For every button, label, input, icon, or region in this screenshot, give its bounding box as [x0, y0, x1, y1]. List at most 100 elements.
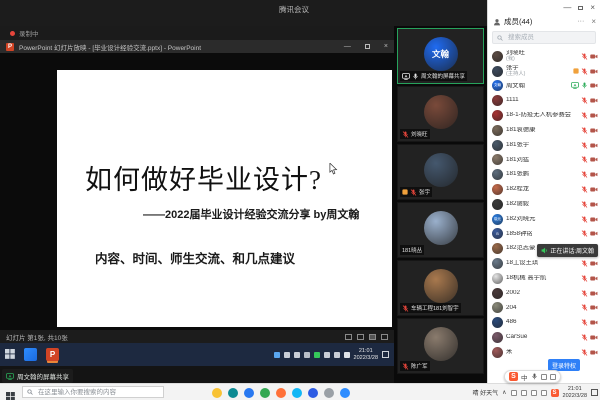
video-tile[interactable]: 陈广军 [397, 318, 484, 374]
member-row[interactable]: 181张鹏 [492, 167, 598, 182]
sogou-logo-icon[interactable]: S [509, 372, 518, 381]
member-row[interactable]: 18-1-防疫无人机参赛会 [492, 108, 598, 123]
slide-panel-icon[interactable] [357, 334, 364, 340]
member-row[interactable]: 18工设王琪 [492, 256, 598, 271]
taskbar-app-icon[interactable] [276, 388, 286, 398]
video-tile[interactable]: 张宇 [397, 144, 484, 200]
sogou-tray-icon[interactable]: S [551, 389, 559, 397]
video-tile[interactable]: 181晓丛 [397, 202, 484, 258]
camera-off-icon [590, 171, 598, 178]
tray-icons[interactable] [274, 352, 350, 358]
slide-counter: 幻灯片 第1张, 共10张 [6, 332, 340, 342]
recording-bar: 录制中 [0, 26, 394, 40]
ime-toolbar[interactable]: S 中 [504, 370, 561, 383]
ime-keyboard-icon[interactable] [541, 374, 547, 380]
pen-tool-icon[interactable] [345, 334, 352, 340]
tile-name-label: 车辆工程181刘智宇 [400, 303, 461, 313]
ime-toolbox-icon[interactable] [550, 374, 556, 380]
avatar [492, 154, 503, 165]
camera-off-icon [590, 142, 598, 149]
zoom-view-icon[interactable] [381, 334, 388, 340]
ppt-maximize-button[interactable] [365, 44, 370, 49]
member-row[interactable]: CarSue [492, 330, 598, 345]
close-button[interactable]: × [590, 3, 595, 12]
mic-muted-icon [581, 230, 588, 237]
tray-icon[interactable] [541, 390, 547, 396]
action-center-icon[interactable] [591, 389, 598, 396]
tray-expand-chevron[interactable]: ∧ [502, 389, 506, 396]
members-close-button[interactable]: × [591, 17, 596, 26]
minimize-button[interactable]: — [563, 3, 571, 12]
avatar [492, 273, 503, 284]
viewer-clock[interactable]: 21:01 2022/3/28 [563, 386, 587, 399]
member-row[interactable]: B1858钟铭 [492, 227, 598, 242]
taskbar-app-icon[interactable] [212, 388, 222, 398]
maximize-button[interactable] [578, 6, 583, 10]
member-row[interactable]: 181袁德康 [492, 123, 598, 138]
member-row[interactable]: 18机械 高宇航 [492, 271, 598, 286]
taskbar-app-icon[interactable] [308, 388, 318, 398]
member-row[interactable]: 文翰周文翰 [492, 79, 598, 94]
start-button[interactable] [5, 346, 15, 364]
member-role: (我) [506, 57, 578, 63]
tray-icon[interactable] [274, 352, 280, 358]
slideshow-view-icon[interactable] [369, 334, 376, 340]
video-tile[interactable]: 车辆工程181刘智宇 [397, 260, 484, 316]
taskbar-app-icon[interactable] [228, 388, 238, 398]
member-row[interactable]: 181张宇 [492, 138, 598, 153]
camera-off-icon [590, 186, 598, 193]
taskbar-app-icon[interactable] [324, 388, 334, 398]
member-search-box[interactable] [492, 31, 596, 44]
member-name: 182程龙 [506, 186, 578, 193]
action-center-icon[interactable] [382, 351, 389, 358]
member-row[interactable]: 晓元182刘晓元 [492, 212, 598, 227]
viewer-start-button[interactable] [6, 388, 15, 400]
tray-icon[interactable] [344, 352, 350, 358]
member-row[interactable]: 182谢毅 [492, 197, 598, 212]
tray-icon[interactable] [324, 352, 330, 358]
member-name: 181张宇 [506, 142, 578, 149]
members-more-button[interactable]: ··· [577, 18, 584, 25]
member-row[interactable]: 182程龙 [492, 182, 598, 197]
video-tile[interactable]: 文翰周文翰的屏幕共享 [397, 28, 484, 84]
tray-icon[interactable] [531, 390, 537, 396]
tencent-meeting-taskbar-icon[interactable] [24, 348, 37, 361]
tray-icon[interactable] [521, 390, 527, 396]
ppt-minimize-button[interactable]: — [344, 43, 351, 50]
weather-widget[interactable]: 晴 好天气 [472, 388, 498, 397]
tray-icon[interactable] [294, 352, 300, 358]
tray-icon[interactable] [314, 352, 320, 358]
member-row[interactable]: 1111 [492, 93, 598, 108]
members-icon [493, 18, 501, 26]
tray-icon[interactable] [304, 352, 310, 358]
ppt-close-button[interactable]: × [384, 43, 388, 50]
member-status-icons [581, 334, 598, 341]
taskbar-app-icon[interactable] [340, 388, 350, 398]
taskbar-app-icon[interactable] [244, 388, 254, 398]
mic-muted-icon [410, 189, 417, 196]
taskbar-app-icon[interactable] [292, 388, 302, 398]
tray-icon[interactable] [334, 352, 340, 358]
taskbar-search-box[interactable] [22, 386, 164, 398]
shared-clock[interactable]: 21:01 2022/3/28 [354, 348, 378, 361]
video-tile[interactable]: 刘晓旺 [397, 86, 484, 142]
taskbar-search-input[interactable] [36, 388, 156, 397]
tray-icon[interactable] [511, 390, 517, 396]
member-row[interactable]: 2002 [492, 286, 598, 301]
ime-language-toggle[interactable]: 中 [521, 372, 528, 382]
taskbar-app-icon[interactable] [260, 388, 270, 398]
member-row[interactable]: 181刘猛 [492, 153, 598, 168]
powerpoint-taskbar-icon[interactable]: P [46, 348, 59, 361]
shared-screen-view: 录制中 P PowerPoint 幻灯片放映 - [毕业设计经验交流.pptx]… [0, 26, 394, 366]
member-row[interactable]: 张宇(主持人) [492, 64, 598, 79]
ime-mic-icon[interactable] [531, 373, 538, 380]
member-role: (主持人) [506, 72, 570, 78]
member-row[interactable]: 米 [492, 345, 598, 360]
member-row[interactable]: 204 [492, 301, 598, 316]
tray-icon[interactable] [284, 352, 290, 358]
member-search-input[interactable] [506, 33, 586, 42]
member-row[interactable]: 486 [492, 315, 598, 330]
member-row[interactable]: 刘晓旺(我) [492, 49, 598, 64]
camera-off-icon [590, 97, 598, 104]
member-status-icons [581, 275, 598, 282]
